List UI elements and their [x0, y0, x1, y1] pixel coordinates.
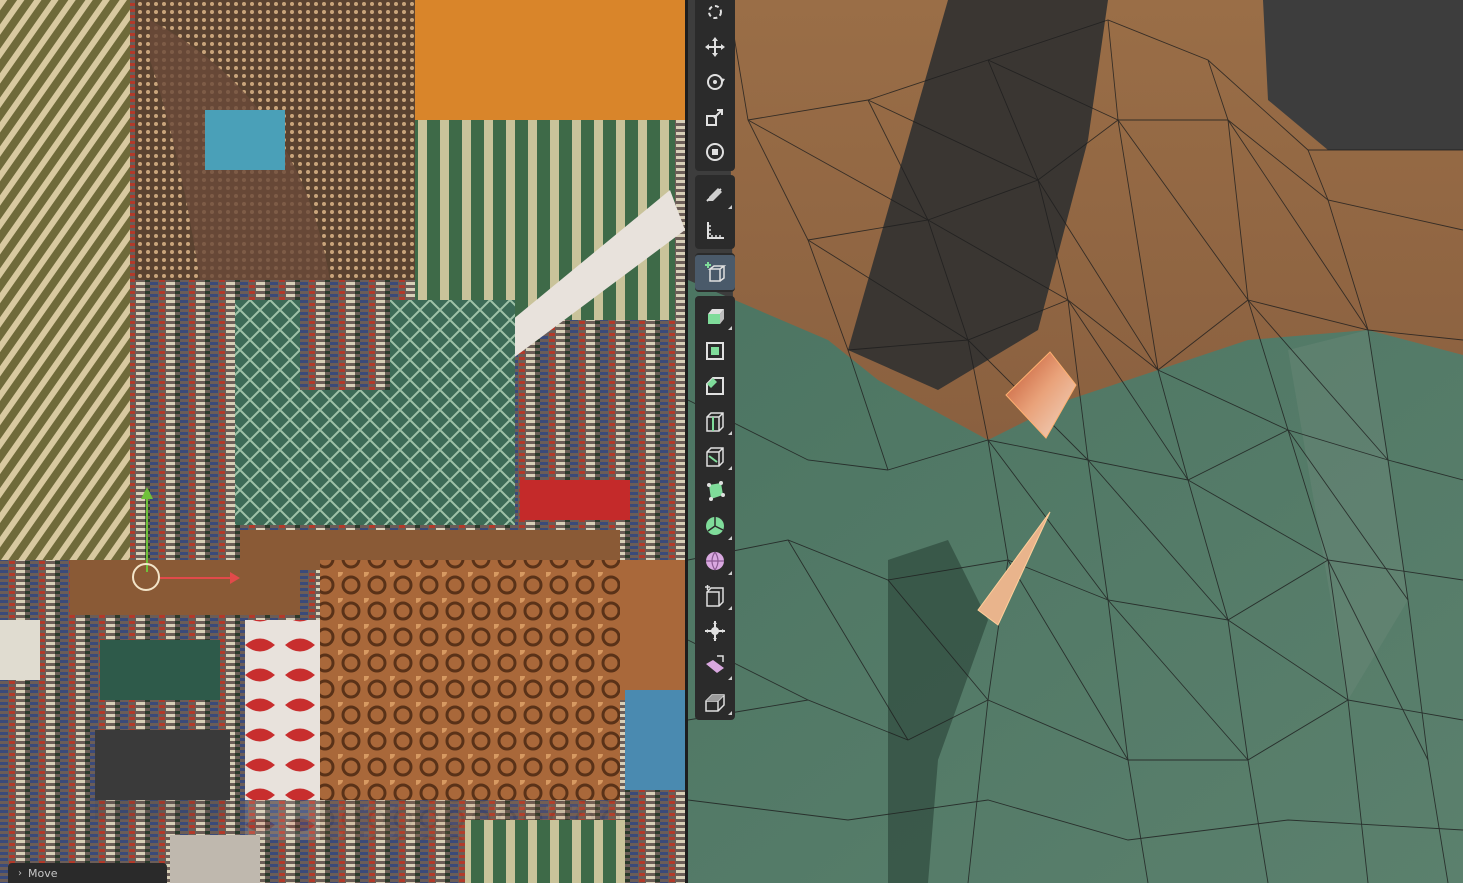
extrude-icon	[708, 308, 724, 324]
tool-submenu-indicator	[728, 536, 732, 540]
gizmo-center-handle[interactable]	[132, 563, 160, 591]
smooth-icon	[706, 551, 724, 570]
inset-icon	[706, 341, 724, 360]
loop-cut-tool[interactable]	[695, 403, 735, 438]
add-cube-icon	[705, 261, 727, 282]
move-tool[interactable]	[695, 29, 735, 64]
shear-icon	[706, 654, 724, 673]
uv-editor-area[interactable]: › Move	[0, 0, 685, 883]
knife-icon	[706, 446, 724, 467]
bevel-icon	[706, 376, 724, 395]
knife-tool[interactable]	[695, 438, 735, 473]
extrude-region-tool[interactable]	[695, 298, 735, 333]
edge-slide-icon	[705, 584, 724, 607]
shrink-fatten-icon	[705, 620, 725, 641]
tool-submenu-indicator	[728, 571, 732, 575]
chevron-right-icon[interactable]: ›	[18, 868, 22, 879]
tool-submenu-indicator	[728, 205, 732, 209]
pencil-icon	[706, 187, 722, 202]
ruler-icon	[707, 221, 724, 239]
bevel-tool[interactable]	[695, 368, 735, 403]
measure-tool[interactable]	[695, 212, 735, 247]
transform-icon	[706, 142, 724, 161]
tool-submenu-indicator	[728, 606, 732, 610]
shear-tool[interactable]	[695, 648, 735, 683]
tool-submenu-indicator	[728, 676, 732, 680]
tool-group-annotate	[695, 175, 735, 249]
uv-texture-image	[0, 0, 685, 883]
tool-group-transform	[695, 0, 735, 171]
cursor-tool[interactable]	[695, 0, 735, 29]
add-cube-tool[interactable]	[695, 255, 735, 290]
gizmo-x-axis[interactable]	[160, 577, 232, 579]
mesh-render	[688, 0, 1463, 883]
rotate-icon	[707, 73, 725, 90]
tool-group-mesh	[695, 296, 735, 720]
scale-icon	[706, 108, 723, 126]
poly-build-icon	[707, 480, 725, 501]
loop-cut-icon	[706, 411, 724, 432]
rip-icon	[705, 693, 725, 712]
edge-slide-tool[interactable]	[695, 578, 735, 613]
gizmo-y-axis[interactable]	[146, 492, 148, 572]
3d-viewport-area[interactable]	[688, 0, 1463, 883]
spin-icon	[706, 516, 724, 535]
cursor-icon	[708, 4, 722, 19]
last-operator-label: Move	[28, 866, 58, 880]
smooth-vertices-tool[interactable]	[695, 543, 735, 578]
tool-group-add	[695, 253, 735, 292]
transform-tool[interactable]	[695, 134, 735, 169]
scale-tool[interactable]	[695, 99, 735, 134]
tool-submenu-indicator	[728, 431, 732, 435]
shrink-fatten-tool[interactable]	[695, 613, 735, 648]
poly-build-tool[interactable]	[695, 473, 735, 508]
tool-submenu-indicator	[728, 466, 732, 470]
gizmo-y-arrow[interactable]	[141, 487, 153, 499]
rotate-tool[interactable]	[695, 64, 735, 99]
tool-submenu-indicator	[728, 326, 732, 330]
rip-region-tool[interactable]	[695, 683, 735, 718]
gizmo-x-arrow[interactable]	[230, 572, 240, 584]
last-operator-panel[interactable]: › Move	[8, 863, 167, 883]
tool-submenu-indicator	[728, 711, 732, 715]
move-icon	[705, 36, 725, 57]
inset-faces-tool[interactable]	[695, 333, 735, 368]
spin-tool[interactable]	[695, 508, 735, 543]
annotate-tool[interactable]	[695, 177, 735, 212]
tool-shelf	[695, 0, 735, 724]
